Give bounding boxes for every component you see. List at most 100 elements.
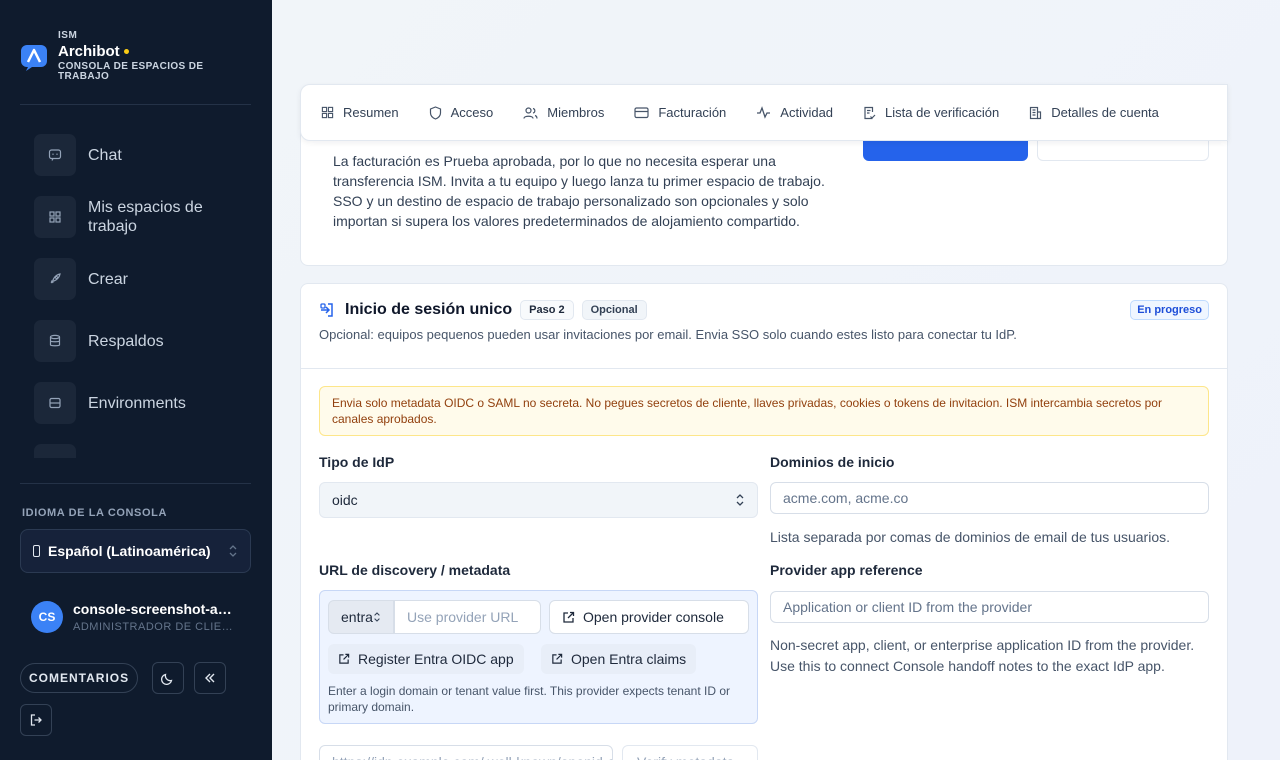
- idp-type-select[interactable]: oidc: [319, 482, 758, 518]
- tab-label: Resumen: [343, 105, 399, 120]
- tab-label: Acceso: [450, 105, 494, 120]
- provider-select[interactable]: entra: [328, 600, 394, 634]
- app-reference-input[interactable]: [770, 591, 1209, 623]
- chat-icon: [34, 134, 76, 176]
- button-label: Register Entra OIDC app: [358, 651, 514, 667]
- collapse-sidebar-button[interactable]: [194, 662, 226, 694]
- sidebar-item-label: Mis espacios de trabajo: [88, 199, 203, 235]
- app-reference-label: Provider app reference: [770, 562, 923, 578]
- sidebar-nav: Chat Mis espacios de trabajo Crear Respa…: [34, 134, 254, 458]
- external-link-icon: [339, 653, 350, 664]
- brand-name: Archibot: [58, 43, 120, 60]
- language-select[interactable]: Español (Latinoamérica): [20, 529, 251, 573]
- more-icon: [34, 444, 76, 458]
- brand-org: ISM: [58, 30, 78, 41]
- chevrons-left-icon: [205, 673, 215, 683]
- tab-activity[interactable]: Actividad: [756, 105, 833, 120]
- tab-summary[interactable]: Resumen: [321, 105, 399, 120]
- user-role: ADMINISTRADOR DE CLIENTE: [73, 621, 238, 633]
- sidebar-divider: [20, 483, 251, 484]
- provider-url-input[interactable]: Use provider URL: [394, 600, 541, 634]
- grid-icon: [34, 196, 76, 238]
- tab-account-details[interactable]: Detalles de cuenta: [1029, 105, 1159, 120]
- tab-billing[interactable]: Facturación: [634, 105, 726, 120]
- app-reference-help: Non-secret app, client, or enterprise ap…: [770, 637, 1195, 674]
- theme-toggle-button[interactable]: [152, 662, 184, 694]
- moon-icon: [161, 673, 173, 685]
- logout-icon: [30, 714, 42, 726]
- secondary-action-button[interactable]: [1037, 141, 1209, 161]
- brand-subtitle: CONSOLA DE ESPACIOS DE TRABAJO: [58, 61, 204, 82]
- metadata-url-input[interactable]: https://idp.example.com/.well-known/open…: [319, 745, 613, 760]
- sidebar-item-backups[interactable]: Respaldos: [34, 320, 254, 362]
- sso-card: Inicio de sesión unico Paso 2 Opcional E…: [300, 283, 1228, 760]
- external-link-icon: [563, 611, 575, 623]
- sidebar-item-workspaces[interactable]: Mis espacios de trabajo: [34, 196, 254, 238]
- language-label: IDIOMA DE LA CONSOLA: [22, 507, 168, 519]
- discovery-url-panel: entra Use provider URL Open provider con…: [319, 590, 758, 724]
- sidebar: ISM Archibot CONSOLA DE ESPACIOS DE TRAB…: [0, 0, 272, 760]
- secrets-warning: Envia solo metadata OIDC o SAML no secre…: [319, 386, 1209, 436]
- provider-value: entra: [341, 609, 373, 625]
- discovery-url-note: Enter a login domain or tenant value fir…: [328, 684, 730, 714]
- user-profile[interactable]: CS console-screenshot-admin ADMINISTRADO…: [31, 601, 241, 633]
- grid-icon: [321, 106, 334, 119]
- activity-icon: [757, 106, 771, 119]
- external-link-icon: [552, 653, 563, 664]
- open-entra-claims-button[interactable]: Open Entra claims: [541, 644, 697, 674]
- tab-checklist[interactable]: Lista de verificación: [863, 105, 999, 120]
- optional-badge: Opcional: [581, 300, 647, 320]
- credit-card-icon: [634, 107, 649, 119]
- intro-card: La facturación es Prueba aprobada, por l…: [300, 120, 1228, 266]
- language-value: Español (Latinoamérica): [48, 543, 211, 559]
- sidebar-item-label: Chat: [88, 146, 122, 164]
- tab-label: Detalles de cuenta: [1051, 105, 1159, 120]
- building-icon: [1030, 106, 1042, 119]
- tab-members[interactable]: Miembros: [523, 105, 604, 120]
- logout-button[interactable]: [20, 704, 52, 736]
- tab-label: Miembros: [547, 105, 605, 120]
- users-icon: [523, 106, 538, 119]
- avatar: CS: [31, 601, 63, 633]
- tab-bar: Resumen Acceso Miembros Facturación Acti…: [300, 84, 1228, 141]
- checklist-icon: [864, 106, 876, 119]
- idp-type-value: oidc: [332, 492, 358, 508]
- tab-access[interactable]: Acceso: [429, 105, 494, 120]
- sidebar-item-more[interactable]: [34, 444, 254, 458]
- rocket-icon: [34, 258, 76, 300]
- user-name: console-screenshot-admin: [73, 601, 238, 617]
- step-badge: Paso 2: [520, 300, 574, 320]
- feedback-button[interactable]: COMENTARIOS: [20, 663, 139, 693]
- sso-title: Inicio de sesión unico: [345, 301, 513, 318]
- sidebar-divider: [20, 104, 251, 105]
- brand[interactable]: ISM Archibot CONSOLA DE ESPACIOS DE TRAB…: [20, 30, 228, 82]
- verify-metadata-button[interactable]: Verify metadata: [622, 745, 758, 760]
- status-badge: En progreso: [1130, 300, 1209, 320]
- chevron-updown-icon: [736, 494, 744, 506]
- tab-label: Actividad: [780, 105, 834, 120]
- sidebar-item-label: Crear: [88, 270, 129, 288]
- sso-login-icon: [320, 303, 333, 317]
- globe-icon: [33, 545, 40, 557]
- register-entra-app-button[interactable]: Register Entra OIDC app: [328, 644, 524, 674]
- main-content: La facturación es Prueba aprobada, por l…: [272, 0, 1280, 760]
- sidebar-item-label: Respaldos: [88, 332, 164, 350]
- primary-action-button[interactable]: [863, 141, 1028, 161]
- discovery-url-label: URL de discovery / metadata: [319, 562, 511, 578]
- sso-description: Opcional: equipos pequenos pueden usar i…: [319, 327, 1017, 342]
- button-label: Open provider console: [583, 609, 724, 625]
- archibot-logo-icon: [21, 45, 47, 71]
- sidebar-item-chat[interactable]: Chat: [34, 134, 254, 176]
- login-domains-input[interactable]: [770, 482, 1209, 514]
- login-domains-label: Dominios de inicio: [770, 454, 895, 470]
- login-domains-help: Lista separada por comas de dominios de …: [770, 529, 1170, 545]
- open-provider-console-button[interactable]: Open provider console: [549, 600, 749, 634]
- sidebar-item-environments[interactable]: Environments: [34, 382, 254, 424]
- server-icon: [34, 382, 76, 424]
- intro-text: La facturación es Prueba aprobada, por l…: [333, 153, 825, 229]
- sidebar-item-create[interactable]: Crear: [34, 258, 254, 300]
- database-icon: [34, 320, 76, 362]
- sidebar-item-label: Environments: [88, 394, 186, 412]
- chevron-updown-icon: [229, 545, 237, 557]
- idp-type-label: Tipo de IdP: [319, 454, 395, 470]
